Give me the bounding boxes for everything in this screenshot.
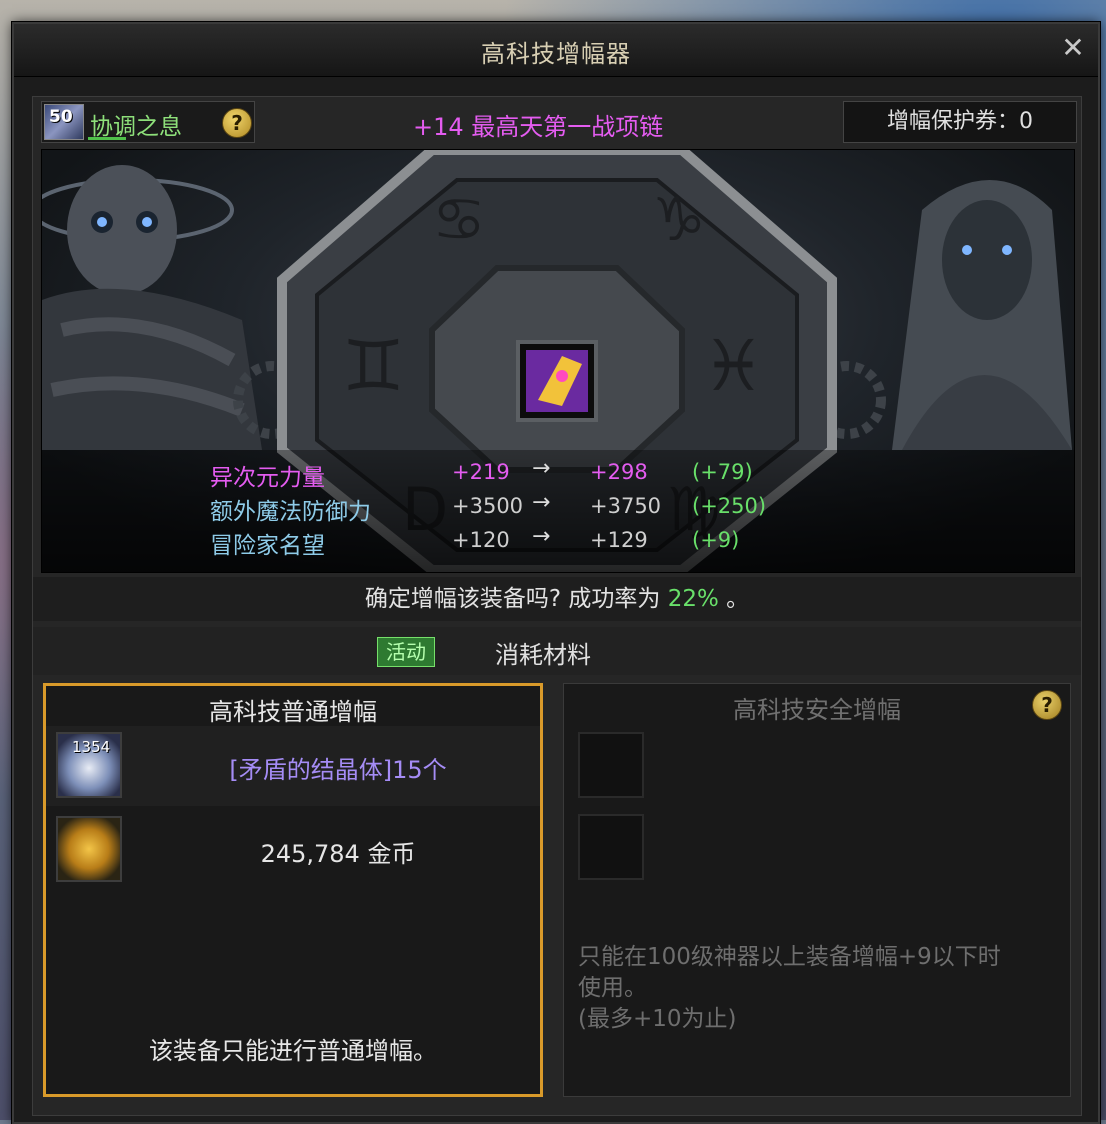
title-bar[interactable]: 高科技增幅器 ✕ bbox=[14, 24, 1098, 77]
right-statue-icon bbox=[892, 180, 1072, 450]
confirm-suffix: 。 bbox=[726, 586, 750, 612]
safe-amplify-option[interactable]: 高科技安全增幅 ? 只能在100级神器以上装备增幅+9以下时 使用。 (最多+1… bbox=[563, 683, 1071, 1097]
amplifier-artwork: ♊ ♓ D ♍ ♋ ♑ 异次元力量 +219 → +298 bbox=[41, 149, 1075, 573]
crystal-owned-count: 1354 bbox=[72, 738, 111, 756]
empty-material-slot bbox=[578, 814, 644, 880]
confirm-message: 确定增幅该装备吗? 成功率为 22% 。 bbox=[33, 577, 1081, 621]
stat-from: +120 bbox=[452, 528, 510, 552]
stat-row: 额外魔法防御力 +3500 → +3750 (+250) bbox=[42, 490, 1074, 526]
stat-diff: (+9) bbox=[692, 528, 740, 552]
svg-text:♊: ♊ bbox=[342, 325, 405, 407]
arrow-right-icon: → bbox=[532, 524, 551, 549]
left-statue-icon bbox=[42, 165, 262, 450]
material-row: 1354 [矛盾的结晶体]15个 bbox=[46, 726, 540, 806]
stat-from: +219 bbox=[452, 460, 510, 484]
stat-from: +3500 bbox=[452, 494, 524, 518]
amplifier-window: 高科技增幅器 ✕ 50 协调之息 ? +14 最高天第一战项链 增幅保护券：0 bbox=[12, 22, 1100, 1124]
normal-amplify-title: 高科技普通增幅 bbox=[209, 698, 377, 726]
item-name: +14 最高天第一战项链 bbox=[413, 113, 664, 141]
stat-name: 冒险家名望 bbox=[210, 533, 325, 559]
stat-diff: (+79) bbox=[692, 460, 753, 484]
help-icon[interactable]: ? bbox=[1032, 690, 1062, 720]
success-rate: 22% bbox=[667, 586, 719, 612]
crystal-requirement: [矛盾的结晶体]15个 bbox=[229, 756, 447, 784]
stat-row: 异次元力量 +219 → +298 (+79) bbox=[42, 456, 1074, 492]
svg-text:♋: ♋ bbox=[432, 185, 486, 255]
protection-ticket-count: 增幅保护券：0 bbox=[843, 101, 1077, 143]
stat-to: +129 bbox=[590, 528, 648, 552]
safe-amplify-title: 高科技安全增幅 bbox=[733, 696, 901, 724]
normal-amplify-note: 该装备只能进行普通增幅。 bbox=[149, 1037, 437, 1065]
confirm-text: 确定增幅该装备吗? 成功率为 bbox=[364, 586, 661, 612]
svg-text:♓: ♓ bbox=[702, 325, 765, 407]
crystal-icon[interactable]: 1354 bbox=[56, 732, 122, 798]
stat-name: 额外魔法防御力 bbox=[210, 499, 371, 525]
event-badge[interactable]: 活动 bbox=[377, 637, 435, 667]
materials-label: 消耗材料 bbox=[495, 641, 591, 669]
normal-amplify-option[interactable]: 高科技普通增幅 1354 [矛盾的结晶体]15个 245,784 金币 该装备只… bbox=[43, 683, 543, 1097]
safe-note-line: 只能在100级神器以上装备增幅+9以下时 bbox=[578, 944, 1001, 970]
arrow-right-icon: → bbox=[532, 456, 551, 481]
svg-text:♑: ♑ bbox=[652, 185, 706, 255]
empty-material-slot bbox=[578, 732, 644, 798]
main-panel: 50 协调之息 ? +14 最高天第一战项链 增幅保护券：0 ♊ ♓ ♋ ♑ 异… bbox=[32, 96, 1082, 1116]
close-icon[interactable]: ✕ bbox=[1058, 32, 1088, 64]
title-level: 50 bbox=[49, 107, 73, 127]
safe-note-line: 使用。 bbox=[578, 975, 647, 1001]
stat-diff: (+250) bbox=[692, 494, 767, 518]
gold-requirement: 245,784 金币 bbox=[260, 840, 416, 868]
safe-amplify-note: 只能在100级神器以上装备增幅+9以下时 使用。 (最多+10为止) bbox=[578, 942, 1058, 1035]
materials-header: 活动 消耗材料 bbox=[33, 627, 1081, 675]
character-title-badge[interactable]: 50 协调之息 ? bbox=[41, 101, 255, 143]
title-progress-bar bbox=[88, 137, 126, 140]
stat-to: +298 bbox=[590, 460, 648, 484]
window-title: 高科技增幅器 bbox=[481, 40, 631, 68]
help-icon[interactable]: ? bbox=[222, 108, 252, 138]
arrow-right-icon: → bbox=[532, 490, 551, 515]
stat-to: +3750 bbox=[590, 494, 662, 518]
stat-name: 异次元力量 bbox=[210, 465, 325, 491]
gold-coin-icon[interactable] bbox=[56, 816, 122, 882]
material-row: 245,784 金币 bbox=[46, 810, 540, 890]
stat-changes: 异次元力量 +219 → +298 (+79) 额外魔法防御力 +3500 → … bbox=[42, 450, 1074, 572]
title-name: 协调之息 bbox=[90, 114, 182, 140]
safe-note-line: (最多+10为止) bbox=[578, 1006, 737, 1032]
stat-row: 冒险家名望 +120 → +129 (+9) bbox=[42, 524, 1074, 560]
title-icon: 50 bbox=[44, 104, 84, 140]
